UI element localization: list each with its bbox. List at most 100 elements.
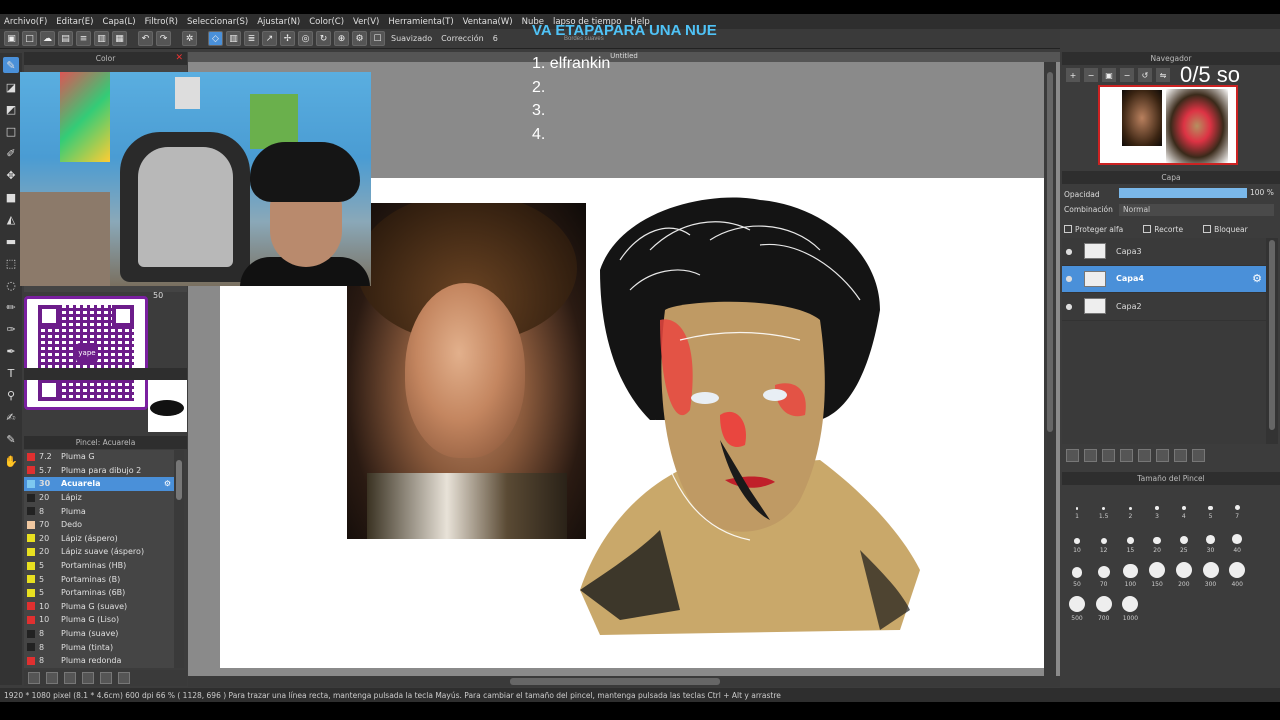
rotate-left-icon[interactable]: ↺ [1138,68,1152,82]
brush-list-scrollbar[interactable] [174,450,184,668]
navigator-thumbnail[interactable] [1098,85,1238,165]
spinner-icon[interactable]: ✲ [182,31,197,46]
delete-icon[interactable] [118,672,130,684]
fill-tool-icon[interactable]: ◩ [3,101,19,117]
cloud-icon[interactable]: ☁ [40,31,55,46]
lasso-tool-icon[interactable]: ◌ [3,277,19,293]
new-vector-layer-icon[interactable] [1084,448,1097,462]
add-brush-icon[interactable] [28,672,40,684]
brush-size-option[interactable]: 10 [1064,522,1090,554]
brush-item[interactable]: 20 Lápiz (áspero) [24,532,174,546]
redo-icon[interactable]: ↷ [156,31,171,46]
brush-item[interactable]: 30 Acuarela ⚙ [24,477,174,491]
menu-item[interactable]: Ventana(W) [463,17,513,27]
arrow-icon[interactable]: ↗ [262,31,277,46]
eyedropper-tool-icon[interactable]: ✍ [3,409,19,425]
brush-size-option[interactable]: 2 [1117,488,1143,520]
brush-item[interactable]: 10 Pluma G (suave) [24,600,174,614]
brush-item[interactable]: 20 Lápiz [24,491,174,505]
text-tool-icon[interactable]: T [3,365,19,381]
menu-item[interactable]: Color(C) [309,17,344,27]
layer-menu-icon[interactable] [1120,448,1133,462]
save-icon[interactable]: ▤ [58,31,73,46]
circle-ruler-icon[interactable]: ◎ [298,31,313,46]
brush-size-option[interactable]: 25 [1171,522,1197,554]
brush-size-option[interactable]: 150 [1144,556,1170,588]
brush-size-option[interactable]: 20 [1144,522,1170,554]
grid-icon[interactable]: ▦ [112,31,127,46]
duplicate-icon[interactable] [100,672,112,684]
hand-tool-icon[interactable]: ✋ [3,453,19,469]
brush-item[interactable]: 8 Pluma (suave) [24,627,174,641]
delete-layer-icon[interactable] [1192,448,1205,462]
brush-size-option[interactable]: 1000 [1117,590,1143,622]
brush-size-option[interactable]: 70 [1091,556,1117,588]
folder-icon[interactable] [1138,448,1151,462]
layer-option-checkbox[interactable]: Proteger alfa [1064,223,1123,235]
app-icon[interactable]: ▣ [4,31,19,46]
layer-option-checkbox[interactable]: Bloquear [1203,223,1248,235]
select-tool-icon[interactable]: ⬚ [3,255,19,271]
bucket-tool-icon[interactable]: ◭ [3,211,19,227]
brush-tool-icon[interactable]: ✐ [3,145,19,161]
brush-item[interactable]: 5.7 Pluma para dibujo 2 [24,464,174,478]
layer-list-scrollbar[interactable] [1266,238,1278,444]
brush-menu-icon[interactable] [64,672,76,684]
layers-icon[interactable]: ▥ [94,31,109,46]
layer-item[interactable]: ● Capa4 ⚙ [1062,265,1266,293]
brush-item[interactable]: 8 Pluma redonda [24,654,174,668]
brush-item[interactable]: 8 Pluma [24,504,174,518]
menu-item[interactable]: Seleccionar(S) [187,17,248,27]
snap-icon[interactable]: ≣ [244,31,259,46]
canvas-vertical-scrollbar[interactable] [1044,62,1056,676]
eye-icon[interactable]: ● [1062,274,1076,283]
menu-item[interactable]: Herramienta(T) [388,17,453,27]
menu-item[interactable]: Editar(E) [56,17,93,27]
brush-item[interactable]: 10 Pluma G (Liso) [24,613,174,627]
layer-option-checkbox[interactable]: Recorte [1143,223,1183,235]
gradient-tool-icon[interactable]: ▬ [3,233,19,249]
layer-item[interactable]: ● Capa2 [1062,293,1266,321]
brush-size-option[interactable]: 300 [1198,556,1224,588]
ruler-icon[interactable]: ▥ [226,31,241,46]
blend-tool-icon[interactable]: ✒ [3,343,19,359]
rectangle-tool-icon[interactable]: ■ [3,189,19,205]
target-icon[interactable]: ⊕ [334,31,349,46]
undo-icon[interactable]: ↶ [138,31,153,46]
fit-icon[interactable]: ▣ [1102,68,1116,82]
brush-size-option[interactable]: 100 [1117,556,1143,588]
brush-size-option[interactable]: 1 [1064,488,1090,520]
eye-icon[interactable]: ● [1062,247,1076,256]
layer-item[interactable]: ● Capa3 [1062,238,1266,266]
selection-icon[interactable]: ◇ [208,31,223,46]
blend-mode-select[interactable]: Normal [1119,204,1274,216]
gear-icon[interactable]: ⚙ [1252,272,1262,285]
new-folder-layer-icon[interactable] [1102,448,1115,462]
brush-item[interactable]: 7.2 Pluma G [24,450,174,464]
brush-size-option[interactable]: 4 [1171,488,1197,520]
brush-size-option[interactable]: 40 [1224,522,1250,554]
move-tool-icon[interactable]: ✥ [3,167,19,183]
copy-brush-icon[interactable] [46,672,58,684]
airbrush-tool-icon[interactable]: ✑ [3,321,19,337]
brush-item[interactable]: 70 Dedo [24,518,174,532]
menu-item[interactable]: Ver(V) [353,17,379,27]
pen-tool-icon[interactable]: ✎ [3,57,19,73]
folder-icon[interactable] [82,672,94,684]
menu-item[interactable]: Capa(L) [102,17,135,27]
brush-size-option[interactable]: 5 [1198,488,1224,520]
brush-item[interactable]: 5 Portaminas (B) [24,572,174,586]
copy-layer-icon[interactable] [1156,448,1169,462]
perspective-icon[interactable]: ✢ [280,31,295,46]
brush-size-option[interactable]: 7 [1224,488,1250,520]
zoom-tool-icon[interactable]: ⚲ [3,387,19,403]
pencil-tool-icon[interactable]: ✏ [3,299,19,315]
zoom-in-icon[interactable]: + [1066,68,1080,82]
brush-size-option[interactable]: 3 [1144,488,1170,520]
brush-size-option[interactable]: 500 [1064,590,1090,622]
menu-item[interactable]: Filtro(R) [145,17,178,27]
new-file-icon[interactable]: □ [22,31,37,46]
brush-item[interactable]: 5 Portaminas (6B) [24,586,174,600]
settings-icon[interactable]: ⚙ [352,31,367,46]
shape-tool-icon[interactable]: □ [3,123,19,139]
